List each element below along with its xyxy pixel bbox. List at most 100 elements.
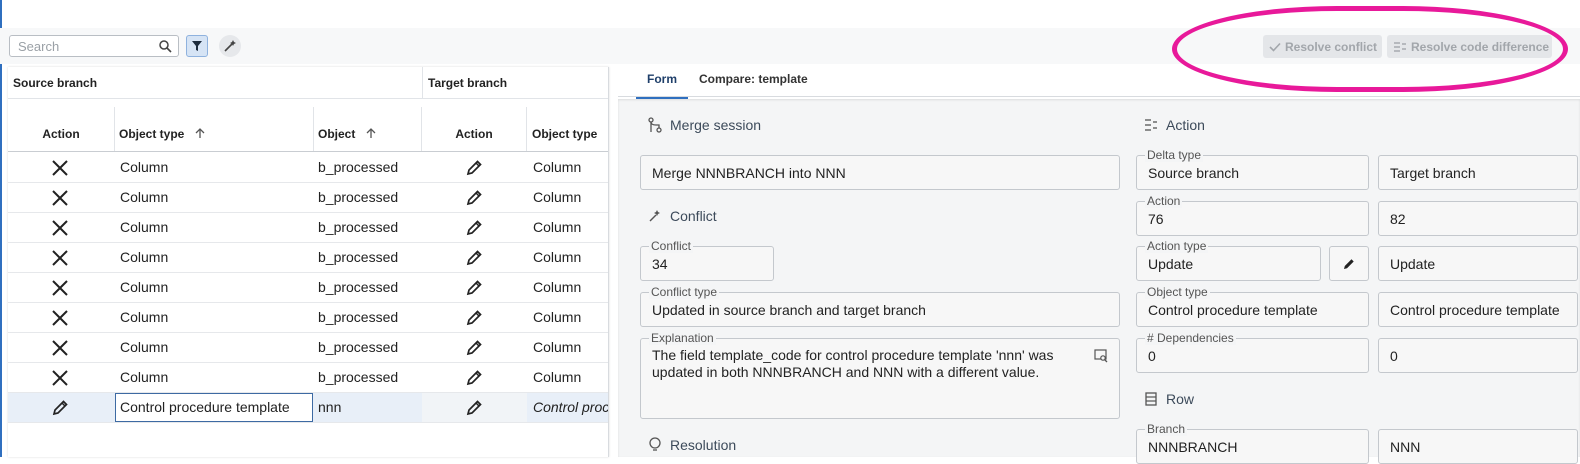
col-header-target-object-type[interactable]: Object type	[532, 107, 608, 152]
search-input[interactable]: Search	[9, 35, 179, 57]
col-header-target-action[interactable]: Action	[422, 107, 526, 152]
cell-object[interactable]: b_processed	[318, 153, 418, 182]
cell-object[interactable]: b_processed	[318, 243, 418, 272]
cell-object[interactable]: b_processed	[318, 363, 418, 392]
cell-object-type[interactable]: Column	[120, 183, 310, 212]
close-icon	[51, 219, 69, 240]
table-row[interactable]: Column b_processed Column	[8, 273, 608, 303]
action-type-target-field[interactable]: Update	[1378, 246, 1578, 281]
auto-resolve-button[interactable]	[219, 35, 241, 57]
pencil-icon	[465, 189, 483, 210]
cell-target-object-type[interactable]: Column	[533, 363, 608, 392]
section-merge-session-title: Merge session	[670, 117, 762, 133]
object-type-label: Object type	[1145, 285, 1210, 299]
lightbulb-icon	[649, 437, 661, 451]
table-row[interactable]: Control procedure template nnn Control pro…	[8, 393, 608, 423]
table-row[interactable]: Column b_processed Column	[8, 153, 608, 183]
resolve-conflict-button[interactable]: Resolve conflict	[1263, 35, 1382, 58]
cell-object[interactable]: b_processed	[318, 213, 418, 242]
search-placeholder: Search	[18, 39, 60, 54]
table-row[interactable]: Column b_processed Column	[8, 303, 608, 333]
section-row-title: Row	[1166, 391, 1195, 407]
action-source-field[interactable]: Action 76	[1136, 194, 1369, 236]
object-type-target-field[interactable]: Control procedure template	[1378, 292, 1578, 327]
delta-type-source-field[interactable]: Delta type Source branch	[1136, 148, 1369, 190]
cell-object-type[interactable]: Column	[120, 363, 310, 392]
branch-target-field[interactable]: NNN	[1378, 429, 1578, 464]
delta-type-target-field[interactable]: Target branch	[1378, 155, 1578, 190]
cell-target-object-type[interactable]: Column	[533, 333, 608, 362]
action-source-value: 76	[1148, 211, 1164, 227]
action-target-field[interactable]: 82	[1378, 201, 1578, 236]
conflict-type-value: Updated in source branch and target bran…	[652, 302, 926, 318]
section-merge-session: Merge session	[648, 117, 761, 133]
cell-target-object-type[interactable]: Column	[533, 303, 608, 332]
cell-target-object-type[interactable]: Column	[533, 243, 608, 272]
merge-session-field[interactable]: Merge NNNBRANCH into NNN	[640, 155, 1120, 190]
cell-target-object-type[interactable]: Column	[533, 153, 608, 182]
cell-object-type[interactable]: Column	[120, 153, 310, 182]
cell-target-object-type[interactable]: Column	[533, 183, 608, 212]
branch-source-value: NNNBRANCH	[1148, 439, 1238, 455]
merge-icon	[648, 117, 662, 133]
group-header-target: Target branch	[422, 67, 608, 99]
cell-object[interactable]: b_processed	[318, 273, 418, 302]
cell-object[interactable]: nnn	[318, 393, 418, 422]
dependencies-target-field[interactable]: 0	[1378, 338, 1578, 373]
action-type-label: Action type	[1145, 239, 1209, 253]
close-icon	[51, 249, 69, 270]
cell-object-type[interactable]: Column	[120, 333, 310, 362]
merge-session-value: Merge NNNBRANCH into NNN	[652, 165, 846, 181]
action-target-value: 82	[1390, 211, 1406, 227]
action-type-source-field[interactable]: Action type Update	[1136, 239, 1321, 281]
conflict-type-field[interactable]: Conflict type Updated in source branch a…	[640, 285, 1120, 327]
table-row[interactable]: Column b_processed Column	[8, 243, 608, 273]
expand-view-icon[interactable]	[1094, 349, 1108, 363]
pencil-icon	[465, 399, 483, 420]
cell-object-type[interactable]: Control procedure template	[115, 393, 313, 422]
spark-icon	[649, 210, 660, 222]
explanation-value: The field template_code for control proc…	[652, 347, 1054, 380]
cell-object-type[interactable]: Column	[120, 213, 310, 242]
table-row[interactable]: Column b_processed Column	[8, 183, 608, 213]
cell-target-object-type[interactable]: Column	[533, 213, 608, 242]
sort-up-icon	[195, 128, 205, 138]
cell-object-type[interactable]: Column	[120, 243, 310, 272]
pencil-icon	[465, 279, 483, 300]
sort-up-icon	[366, 128, 376, 138]
section-conflict: Conflict	[648, 208, 717, 224]
section-conflict-title: Conflict	[670, 208, 717, 224]
dependencies-source-field[interactable]: # Dependencies 0	[1136, 331, 1369, 373]
section-action: Action	[1144, 117, 1205, 133]
branch-target-value: NNN	[1390, 439, 1421, 455]
cell-object-type[interactable]: Column	[120, 273, 310, 302]
cell-target-object-type[interactable]: Control proc	[533, 393, 608, 422]
col-header-object-type[interactable]: Object type	[119, 107, 314, 152]
cell-object[interactable]: b_processed	[318, 183, 418, 212]
tab-compare-template[interactable]: Compare: template	[699, 67, 819, 97]
code-diff-icon	[1394, 41, 1406, 52]
explanation-field[interactable]: Explanation The field template_code for …	[640, 331, 1120, 419]
col-header-action[interactable]: Action	[8, 107, 114, 152]
cell-target-object-type[interactable]: Column	[533, 273, 608, 302]
filter-button[interactable]	[186, 35, 208, 57]
table-row[interactable]: Column b_processed Column	[8, 213, 608, 243]
cell-object-type[interactable]: Column	[120, 303, 310, 332]
dependencies-source-value: 0	[1148, 348, 1156, 364]
resolve-code-difference-button[interactable]: Resolve code difference	[1387, 35, 1552, 58]
col-header-object[interactable]: Object	[318, 107, 418, 152]
cell-object[interactable]: b_processed	[318, 303, 418, 332]
object-type-source-field[interactable]: Object type Control procedure template	[1136, 285, 1369, 327]
cell-object[interactable]: b_processed	[318, 333, 418, 362]
table-row[interactable]: Column b_processed Column	[8, 363, 608, 393]
branch-source-field[interactable]: Branch NNNBRANCH	[1136, 422, 1369, 464]
pencil-icon	[465, 339, 483, 360]
branch-label: Branch	[1145, 422, 1188, 436]
table-row[interactable]: Column b_processed Column	[8, 333, 608, 363]
pencil-icon	[465, 219, 483, 240]
delta-type-target-value: Target branch	[1390, 165, 1476, 181]
explanation-label: Explanation	[649, 331, 716, 345]
conflict-field[interactable]: Conflict 34	[640, 239, 774, 281]
tab-form[interactable]: Form	[636, 67, 688, 99]
action-type-edit-button[interactable]	[1329, 246, 1369, 281]
